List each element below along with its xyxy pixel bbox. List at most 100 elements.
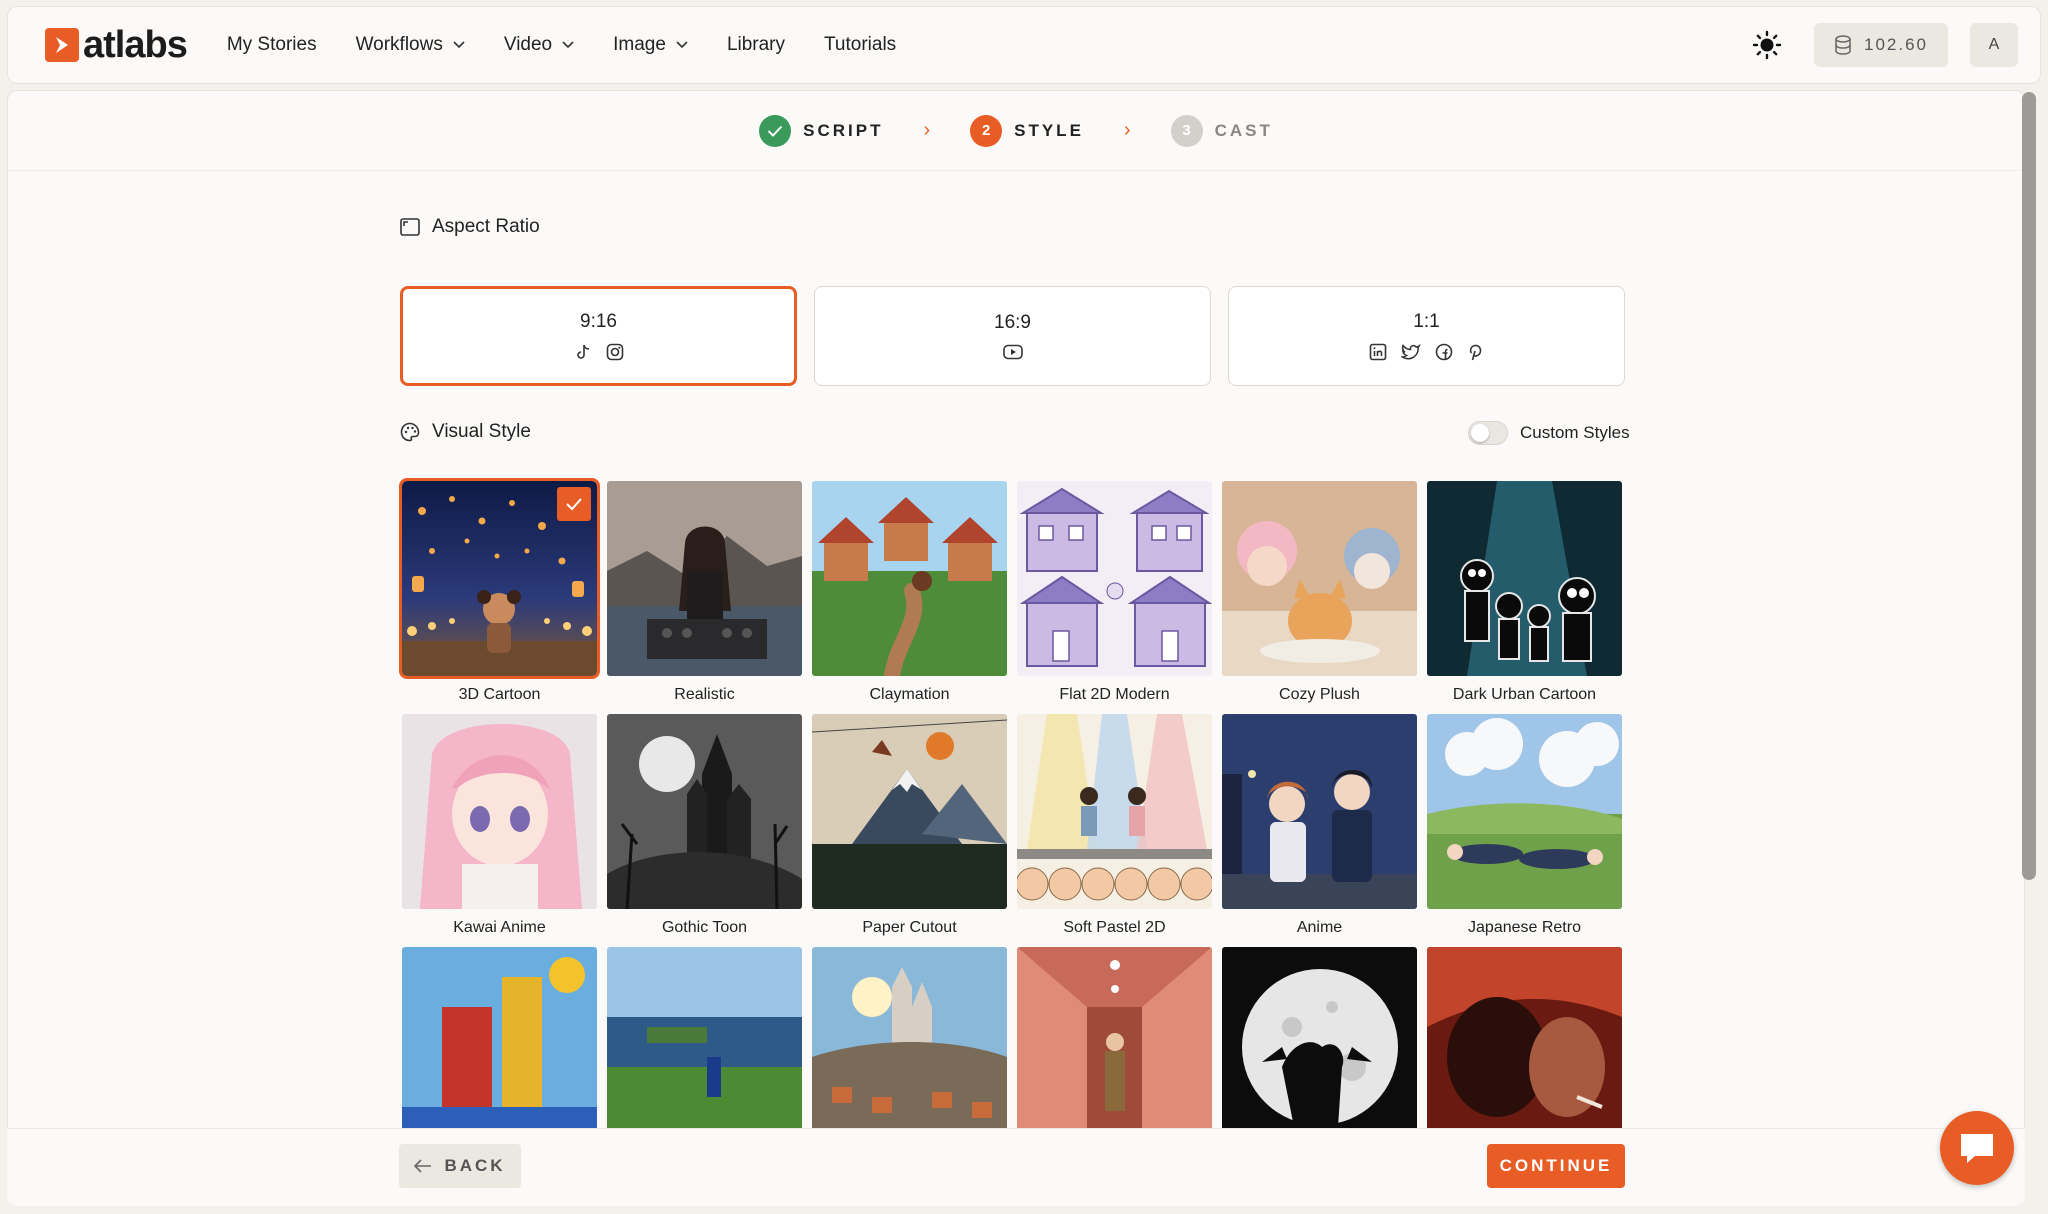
back-button[interactable]: BACK: [399, 1144, 521, 1188]
nav-tutorials[interactable]: Tutorials: [824, 34, 896, 56]
style-label: Kawai Anime: [453, 919, 546, 936]
chat-icon: [1961, 1134, 1993, 1163]
nav-label: Library: [726, 34, 786, 55]
scrollbar-thumb[interactable]: [2022, 92, 2036, 880]
style-thumbnail: [607, 947, 802, 1142]
style-thumbnail: [1427, 714, 1622, 909]
chevron-down-icon: [562, 41, 574, 49]
style-tile-anime[interactable]: Anime: [1222, 714, 1417, 937]
youtube-icon: [1002, 344, 1023, 360]
main-panel: SCRIPT › 2 STYLE › 3 CAST Aspect Ratio 9…: [7, 90, 2025, 1206]
style-tile-soft-pastel-2d[interactable]: Soft Pastel 2D: [1017, 714, 1212, 937]
style-thumbnail: [812, 714, 1007, 909]
chat-support-button[interactable]: [1940, 1111, 2014, 1185]
ratio-1-1[interactable]: 1:1: [1228, 286, 1625, 386]
chevron-down-icon: [453, 41, 465, 49]
avatar[interactable]: A: [1970, 23, 2018, 67]
style-tile-realistic[interactable]: Realistic: [607, 481, 802, 704]
style-tile-voxel[interactable]: [607, 947, 802, 1152]
avatar-initial: A: [1988, 36, 2000, 53]
credits-value: 102.60: [1864, 35, 1928, 54]
coins-icon: [1835, 35, 1851, 55]
tiktok-icon: [576, 344, 589, 359]
style-tile-dark-urban-cartoon[interactable]: Dark Urban Cartoon: [1427, 481, 1622, 704]
style-thumbnail: [1222, 947, 1417, 1142]
style-thumbnail: [812, 947, 1007, 1142]
ratio-16-9[interactable]: 16:9: [814, 286, 1211, 386]
style-tile-noir-moon[interactable]: [1222, 947, 1417, 1152]
credits-balance[interactable]: 102.60: [1814, 23, 1948, 67]
style-tile-gothic-toon[interactable]: Gothic Toon: [607, 714, 802, 937]
style-thumbnail: [1427, 947, 1622, 1142]
aspect-ratio-heading: Aspect Ratio: [400, 216, 540, 238]
style-label: Dark Urban Cartoon: [1452, 686, 1597, 703]
arrow-left-icon: [414, 1159, 432, 1173]
header-right: 102.60 A: [1752, 23, 2018, 67]
style-tile-3d-cartoon[interactable]: 3D Cartoon: [399, 478, 600, 704]
linkedin-icon: [1369, 343, 1386, 361]
twitter-icon: [1400, 343, 1421, 360]
aspect-ratio-options: 9:16 16:9 1:1: [400, 286, 1642, 386]
style-tile-cozy-plush[interactable]: Cozy Plush: [1222, 481, 1417, 704]
step-script[interactable]: SCRIPT: [759, 114, 884, 147]
custom-styles-toggle[interactable]: [1468, 421, 1508, 445]
style-tile-flat-2d-modern[interactable]: Flat 2D Modern: [1017, 481, 1212, 704]
style-label: Japanese Retro: [1468, 919, 1581, 936]
style-label: Flat 2D Modern: [1059, 686, 1170, 703]
nav-library[interactable]: Library: [727, 34, 785, 56]
style-label: Soft Pastel 2D: [1063, 919, 1166, 936]
step-cast[interactable]: 3 CAST: [1170, 114, 1273, 147]
facebook-icon: [1435, 343, 1452, 361]
continue-button[interactable]: CONTINUE: [1487, 1144, 1625, 1188]
style-thumbnail: [1017, 481, 1212, 676]
aspect-ratio-icon: [400, 218, 420, 236]
style-tile-kawai-anime[interactable]: Kawai Anime: [402, 714, 597, 937]
style-thumbnail: [1222, 714, 1417, 909]
style-tile-japanese-retro[interactable]: Japanese Retro: [1427, 714, 1622, 937]
style-tile-paper-cutout[interactable]: Paper Cutout: [812, 714, 1007, 937]
nav-workflows[interactable]: Workflows: [356, 34, 465, 56]
style-thumbnail: [402, 947, 597, 1142]
style-thumbnail: [607, 714, 802, 909]
step-number: 3: [1170, 114, 1203, 147]
logo-text: atlabs: [83, 23, 188, 66]
chevron-right-icon: ›: [923, 119, 931, 141]
style-thumbnail: [1427, 481, 1622, 676]
top-header: atlabs My Stories Workflows Video Image …: [7, 6, 2041, 84]
step-number: 2: [970, 114, 1003, 147]
style-thumbnail: [399, 478, 600, 679]
style-label: Anime: [1296, 919, 1343, 936]
ratio-label: 9:16: [580, 311, 617, 332]
custom-styles-label: Custom Styles: [1520, 423, 1630, 442]
style-label: Realistic: [674, 686, 735, 703]
nav-label: Image: [613, 34, 666, 55]
style-thumbnail: [402, 714, 597, 909]
nav-image[interactable]: Image: [613, 34, 688, 56]
nav-label: Workflows: [355, 34, 443, 55]
step-label: CAST: [1214, 120, 1273, 140]
step-label: SCRIPT: [803, 120, 884, 140]
ratio-9-16[interactable]: 9:16: [400, 286, 797, 386]
nav-my-stories[interactable]: My Stories: [227, 34, 317, 56]
step-style[interactable]: 2 STYLE: [970, 114, 1084, 147]
style-tile-symmetric-corridor[interactable]: [1017, 947, 1212, 1152]
instagram-icon: [606, 343, 623, 361]
back-label: BACK: [444, 1156, 506, 1175]
style-tile-film-still[interactable]: [1427, 947, 1622, 1152]
footer-bar: BACK CONTINUE: [7, 1128, 2025, 1206]
style-tile-brick-toy[interactable]: [402, 947, 597, 1152]
style-thumbnail: [1017, 714, 1212, 909]
section-title-text: Visual Style: [432, 421, 531, 442]
style-thumbnail: [607, 481, 802, 676]
nav-label: My Stories: [226, 34, 317, 55]
style-tile-fantasy-castle[interactable]: [812, 947, 1007, 1152]
style-tile-claymation[interactable]: Claymation: [812, 481, 1007, 704]
main-nav: My Stories Workflows Video Image Library…: [227, 34, 935, 56]
sun-icon[interactable]: [1752, 30, 1782, 60]
ratio-label: 1:1: [1413, 311, 1440, 332]
atlabs-logo[interactable]: atlabs: [45, 23, 188, 67]
style-label: Claymation: [869, 686, 950, 703]
nav-video[interactable]: Video: [504, 34, 574, 56]
visual-style-heading: Visual Style: [400, 421, 531, 443]
continue-label: CONTINUE: [1499, 1156, 1613, 1175]
